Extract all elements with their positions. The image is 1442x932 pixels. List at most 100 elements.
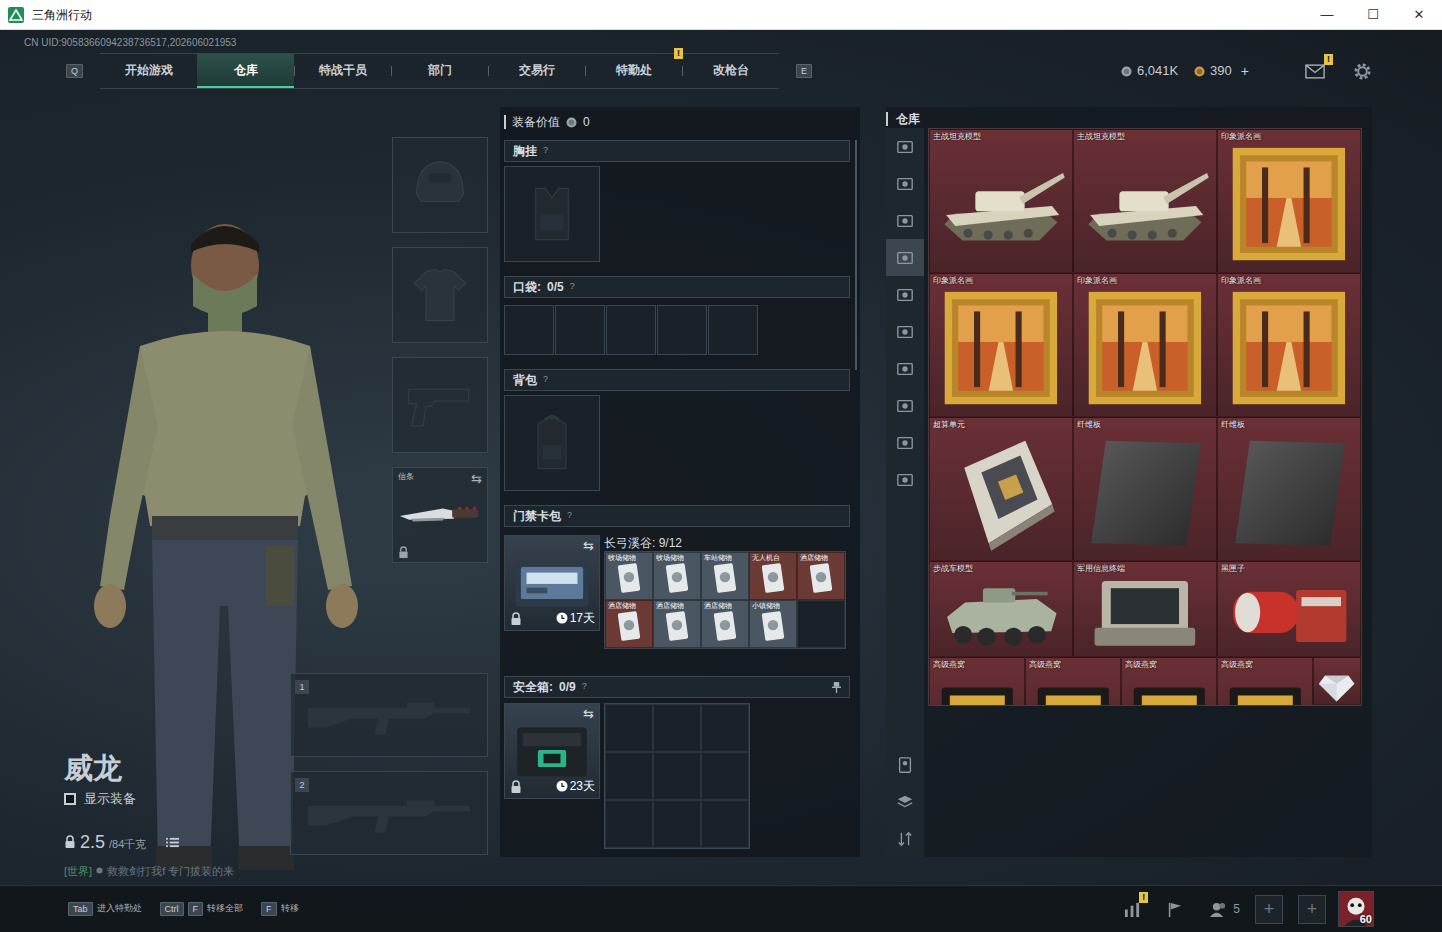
- prev-tab-key[interactable]: Q: [66, 64, 83, 78]
- safe-cell[interactable]: [605, 704, 653, 752]
- safe-cell[interactable]: [701, 752, 749, 800]
- keycard[interactable]: 小镇储物: [749, 600, 797, 648]
- flag-button[interactable]: [1166, 901, 1183, 918]
- safe-cell[interactable]: [653, 704, 701, 752]
- stash-item[interactable]: 印象派名画: [929, 273, 1073, 417]
- stash-item[interactable]: 印象派名画: [1073, 273, 1217, 417]
- invite-slot[interactable]: +: [1298, 895, 1326, 924]
- help-mark[interactable]: ?: [570, 280, 575, 294]
- keycard[interactable]: 牧场储物: [653, 552, 701, 600]
- details-button[interactable]: [166, 837, 179, 848]
- stash-tab[interactable]: [886, 128, 924, 165]
- pocket-slot[interactable]: [708, 305, 758, 355]
- add-currency-button[interactable]: +: [1241, 61, 1249, 82]
- main-tab[interactable]: 部门: [391, 54, 488, 88]
- equipment-slot[interactable]: 信条⇆: [392, 467, 488, 563]
- keycard[interactable]: 酒店储物: [701, 600, 749, 648]
- stash-item[interactable]: 纤维板: [1073, 417, 1217, 561]
- stash-item[interactable]: 纤维板: [1217, 417, 1361, 561]
- equipment-slot[interactable]: [392, 137, 488, 233]
- keycard[interactable]: 酒店储物: [797, 552, 845, 600]
- window-control-button[interactable]: —: [1304, 0, 1350, 30]
- window-control-button[interactable]: ☐: [1350, 0, 1396, 30]
- stash-tab[interactable]: [886, 461, 924, 498]
- stash-item[interactable]: 步战车模型: [929, 561, 1073, 657]
- stash-item[interactable]: 高级燕窝: [929, 657, 1025, 706]
- safe-cell[interactable]: [701, 800, 749, 848]
- stash-tool-button[interactable]: [886, 783, 924, 820]
- stash-tool-button[interactable]: [886, 820, 924, 857]
- keycard[interactable]: 牧场储物: [605, 552, 653, 600]
- stash-tab[interactable]: [886, 165, 924, 202]
- player-avatar[interactable]: 60: [1338, 891, 1374, 927]
- swap-button[interactable]: ⇆: [471, 469, 482, 489]
- invite-slot[interactable]: +: [1255, 895, 1283, 924]
- stash-item[interactable]: 印象派名画: [1217, 273, 1361, 417]
- stash-item[interactable]: [1313, 657, 1361, 705]
- main-tab[interactable]: 特战干员: [294, 54, 391, 88]
- stash-item[interactable]: 主战坦克模型: [1073, 129, 1217, 273]
- safe-cell[interactable]: [653, 752, 701, 800]
- main-tab[interactable]: 特勤处!: [585, 54, 682, 88]
- main-tab[interactable]: 仓库: [197, 54, 294, 88]
- settings-button[interactable]: [1353, 62, 1372, 81]
- stash-item[interactable]: 主战坦克模型: [929, 129, 1073, 273]
- stats-button[interactable]: !: [1123, 901, 1142, 918]
- keycard[interactable]: 酒店储物: [653, 600, 701, 648]
- stash-item[interactable]: 高级燕窝: [1217, 657, 1313, 706]
- item-name: 超算单元: [933, 420, 965, 429]
- key-hint[interactable]: CtrlF转移全部: [160, 902, 244, 916]
- checkbox[interactable]: [64, 793, 76, 805]
- chest-rig-slot[interactable]: [504, 166, 600, 262]
- friends-button[interactable]: 5: [1209, 900, 1240, 918]
- stash-tab[interactable]: [886, 350, 924, 387]
- keycard[interactable]: 无人机台: [749, 552, 797, 600]
- stash-item[interactable]: 军用信息终端: [1073, 561, 1217, 657]
- main-tab[interactable]: 开始游戏: [100, 54, 197, 88]
- safe-cell[interactable]: [605, 800, 653, 848]
- key-hint[interactable]: F转移: [261, 902, 299, 916]
- help-mark[interactable]: ?: [543, 373, 548, 387]
- stash-item[interactable]: 高级燕窝: [1025, 657, 1121, 706]
- keycard[interactable]: 酒店储物: [605, 600, 653, 648]
- safe-cell[interactable]: [605, 752, 653, 800]
- pocket-slot[interactable]: [606, 305, 656, 355]
- pocket-slot[interactable]: [657, 305, 707, 355]
- keycard-case[interactable]: ⇆17天: [504, 535, 600, 631]
- empty-keycard-slot[interactable]: [797, 600, 845, 648]
- pocket-slot[interactable]: [555, 305, 605, 355]
- stash-tab[interactable]: [886, 424, 924, 461]
- stash-tab[interactable]: [886, 202, 924, 239]
- stash-item[interactable]: 印象派名画: [1217, 129, 1361, 273]
- equipment-slot[interactable]: [392, 247, 488, 343]
- mail-button[interactable]: !: [1305, 64, 1325, 79]
- show-equipment-toggle[interactable]: 显示装备: [64, 789, 290, 809]
- help-mark[interactable]: ?: [582, 680, 587, 694]
- next-tab-key[interactable]: E: [796, 64, 812, 78]
- weapon-slot[interactable]: 1: [290, 673, 488, 757]
- swap-button[interactable]: ⇆: [583, 704, 594, 724]
- window-control-button[interactable]: ✕: [1396, 0, 1442, 30]
- key-hint[interactable]: Tab进入特勤处: [68, 902, 142, 916]
- main-tab[interactable]: 改枪台: [682, 54, 779, 88]
- stash-tab[interactable]: [886, 313, 924, 350]
- keycard[interactable]: 车站储物: [701, 552, 749, 600]
- stash-item[interactable]: 黑匣子: [1217, 561, 1361, 657]
- help-mark[interactable]: ?: [567, 509, 572, 523]
- pocket-slot[interactable]: [504, 305, 554, 355]
- main-tab[interactable]: 交易行: [488, 54, 585, 88]
- stash-item[interactable]: 超算单元: [929, 417, 1073, 561]
- stash-tab[interactable]: [886, 239, 924, 276]
- help-mark[interactable]: ?: [543, 144, 548, 158]
- safe-box[interactable]: ⇆23天: [504, 703, 600, 799]
- backpack-slot[interactable]: [504, 395, 600, 491]
- stash-item[interactable]: 高级燕窝: [1121, 657, 1217, 706]
- safe-cell[interactable]: [701, 704, 749, 752]
- swap-button[interactable]: ⇆: [583, 536, 594, 556]
- safe-cell[interactable]: [653, 800, 701, 848]
- stash-tool-button[interactable]: [886, 746, 924, 783]
- equipment-slot[interactable]: [392, 357, 488, 453]
- stash-tab[interactable]: [886, 387, 924, 424]
- stash-tab[interactable]: [886, 276, 924, 313]
- weapon-slot[interactable]: 2: [290, 771, 488, 855]
